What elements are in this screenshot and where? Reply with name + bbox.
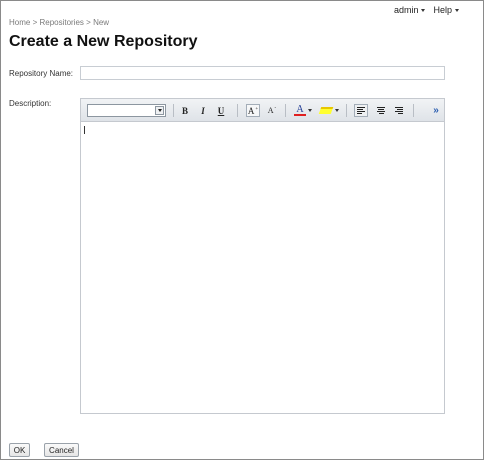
bold-button[interactable]: B bbox=[180, 104, 190, 117]
chevron-down-icon bbox=[307, 109, 312, 112]
description-editor: B I U A+ A- A » bbox=[80, 98, 445, 414]
toolbar-divider bbox=[413, 104, 414, 117]
underline-icon: U bbox=[217, 105, 225, 116]
align-right-button[interactable] bbox=[393, 104, 405, 117]
editor-toolbar: B I U A+ A- A » bbox=[81, 99, 444, 122]
ok-button[interactable]: OK bbox=[9, 443, 30, 457]
breadcrumb-current: New bbox=[93, 18, 110, 27]
help-menu[interactable]: Help bbox=[433, 5, 459, 15]
page-title: Create a New Repository bbox=[9, 33, 198, 50]
italic-button[interactable]: I bbox=[198, 104, 208, 117]
page-frame: admin Help Home > Repositories > New Cre… bbox=[0, 0, 484, 460]
grow-font-button[interactable]: A+ bbox=[246, 104, 260, 117]
align-left-icon bbox=[357, 107, 365, 114]
align-center-button[interactable] bbox=[375, 104, 387, 117]
align-center-icon bbox=[377, 107, 385, 114]
font-select[interactable] bbox=[87, 104, 166, 117]
description-label: Description: bbox=[9, 99, 52, 108]
breadcrumb: Home > Repositories > New bbox=[9, 18, 109, 27]
user-menu[interactable]: admin bbox=[394, 5, 426, 15]
toolbar-divider bbox=[173, 104, 174, 117]
grow-font-icon: A+ bbox=[247, 105, 259, 116]
highlight-color-icon bbox=[318, 107, 333, 114]
chevron-down-icon bbox=[455, 8, 459, 12]
align-right-icon bbox=[395, 107, 403, 114]
top-navigation: admin Help bbox=[394, 5, 459, 15]
breadcrumb-separator: > bbox=[83, 18, 94, 27]
font-color-icon: A bbox=[294, 104, 306, 116]
underline-button[interactable]: U bbox=[216, 104, 226, 117]
toolbar-divider bbox=[237, 104, 238, 117]
shrink-font-button[interactable]: A- bbox=[267, 104, 277, 117]
toolbar-divider bbox=[346, 104, 347, 117]
user-menu-label: admin bbox=[393, 5, 419, 15]
more-options-button[interactable]: » bbox=[431, 104, 441, 117]
chevron-down-icon bbox=[334, 109, 339, 112]
chevron-down-icon bbox=[421, 8, 426, 12]
cancel-button[interactable]: Cancel bbox=[44, 443, 79, 457]
description-text-area[interactable] bbox=[81, 123, 444, 413]
highlight-color-button[interactable] bbox=[318, 104, 339, 117]
repository-name-input[interactable] bbox=[80, 66, 445, 80]
dropdown-caret-icon[interactable] bbox=[155, 106, 164, 115]
shrink-font-icon: A- bbox=[267, 106, 277, 115]
font-color-button[interactable]: A bbox=[293, 104, 313, 117]
repository-name-label: Repository Name: bbox=[9, 69, 74, 78]
toolbar-divider bbox=[285, 104, 286, 117]
italic-icon: I bbox=[201, 105, 205, 116]
text-cursor bbox=[84, 126, 85, 134]
help-menu-label: Help bbox=[433, 5, 452, 15]
bold-icon: B bbox=[181, 105, 188, 116]
more-options-icon: » bbox=[433, 105, 439, 116]
align-left-button[interactable] bbox=[354, 104, 368, 117]
breadcrumb-repositories[interactable]: Repositories bbox=[39, 18, 83, 27]
breadcrumb-home[interactable]: Home bbox=[9, 18, 30, 27]
